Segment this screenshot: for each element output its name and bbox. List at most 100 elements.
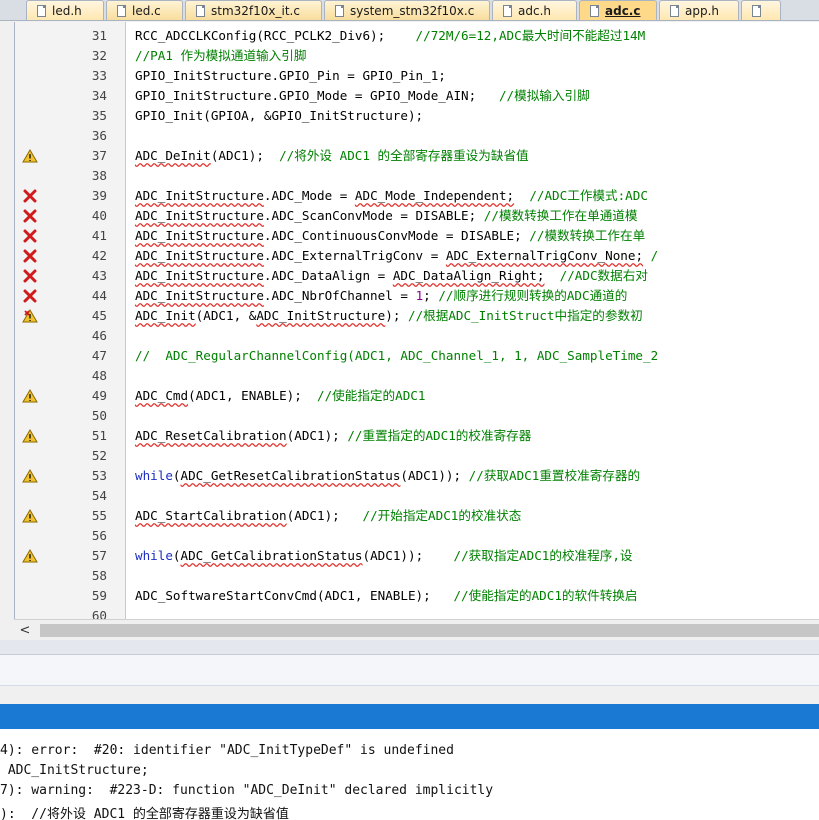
code-token: (ADC1)); — [362, 548, 454, 563]
file-tab[interactable]: stm32f10x_it.c — [185, 0, 322, 20]
line-number: 42 — [91, 248, 107, 263]
error-icon — [23, 289, 37, 303]
code-line[interactable]: 50 — [15, 406, 819, 426]
file-icon — [670, 4, 679, 17]
code-line[interactable]: 47 // ADC_RegularChannelConfig(ADC1, ADC_… — [15, 346, 819, 366]
line-marker[interactable] — [22, 189, 38, 203]
line-marker[interactable] — [22, 229, 38, 243]
code-line[interactable]: 54 — [15, 486, 819, 506]
code-token: ( — [172, 468, 181, 483]
code-token: .ADC_NbrOfChannel = — [263, 288, 416, 303]
line-number: 40 — [91, 208, 107, 223]
horizontal-scrollbar[interactable]: < — [14, 619, 819, 641]
code-token: (ADC1, & — [195, 308, 257, 323]
build-output-line[interactable]: 7): warning: #223-D: function "ADC_DeIni… — [0, 783, 493, 803]
build-output-line[interactable]: 4): error: #20: identifier "ADC_InitType… — [0, 743, 454, 763]
line-number: 45 — [91, 308, 107, 323]
file-tab[interactable]: app.h — [659, 0, 739, 20]
line-marker[interactable] — [22, 289, 38, 303]
line-marker[interactable] — [22, 249, 38, 263]
file-tab[interactable]: adc.h — [492, 0, 577, 20]
file-tab-label: app.h — [685, 3, 720, 18]
code-comment: //将外设 ADC1 的全部寄存器重设为缺省值 — [279, 148, 529, 163]
line-marker[interactable] — [22, 269, 38, 283]
code-line[interactable]: 56 — [15, 526, 819, 546]
line-number: 56 — [91, 528, 107, 543]
file-tab[interactable]: led.c — [106, 0, 183, 20]
line-marker[interactable] — [22, 209, 38, 223]
scroll-left-arrow-icon[interactable]: < — [16, 620, 34, 641]
line-marker[interactable] — [22, 509, 38, 523]
code-line[interactable]: 53 while(ADC_GetResetCalibrationStatus(AD… — [15, 466, 819, 486]
file-tab[interactable]: led.h — [26, 0, 104, 20]
panel-splitter[interactable] — [0, 655, 819, 686]
code-line[interactable]: 44 ADC_InitStructure.ADC_NbrOfChannel = 1… — [15, 286, 819, 306]
code-line[interactable]: 59 ADC_SoftwareStartConvCmd(ADC1, ENABLE)… — [15, 586, 819, 606]
code-line[interactable]: 51 ADC_ResetCalibration(ADC1); //重置指定的ADC… — [15, 426, 819, 446]
code-line[interactable]: 38 — [15, 166, 819, 186]
code-token: (ADC1); — [210, 148, 280, 163]
code-editor[interactable]: 31 RCC_ADCCLKConfig(RCC_PCLK2_Div6); //72… — [14, 22, 819, 619]
code-line[interactable]: 40 ADC_InitStructure.ADC_ScanConvMode = D… — [15, 206, 819, 226]
file-icon — [752, 4, 761, 17]
code-text: RCC_ADCCLKConfig(RCC_PCLK2_Div6); //72M/… — [135, 26, 645, 46]
code-token: .ADC_Mode = — [263, 188, 355, 203]
line-number: 44 — [91, 288, 107, 303]
code-line[interactable]: 60 — [15, 606, 819, 619]
code-line[interactable]: 58 — [15, 566, 819, 586]
code-line[interactable]: 36 — [15, 126, 819, 146]
code-line[interactable]: 45 ADC_Init(ADC1, &ADC_InitStructure); //… — [15, 306, 819, 326]
file-tab-bar: led.h led.c stm32f10x_it.c system_stm32f10x… — [0, 0, 819, 21]
file-tab-label: adc.h — [518, 3, 551, 18]
code-line[interactable]: 49 ADC_Cmd(ADC1, ENABLE); //使能指定的ADC1 — [15, 386, 819, 406]
code-line[interactable]: 55 ADC_StartCalibration(ADC1); //开始指定ADC1… — [15, 506, 819, 526]
line-number: 49 — [91, 388, 107, 403]
scrollbar-thumb[interactable] — [40, 624, 819, 637]
code-squiggle: ADC_InitStructure — [256, 308, 386, 323]
code-line[interactable]: 41 ADC_InitStructure.ADC_ContinuousConvMo… — [15, 226, 819, 246]
code-comment: // ADC_RegularChannelConfig(ADC1, ADC_Ch… — [135, 348, 659, 363]
line-marker[interactable] — [22, 149, 38, 163]
code-line[interactable]: 33 GPIO_InitStructure.GPIO_Pin = GPIO_Pin… — [15, 66, 819, 86]
line-number: 57 — [91, 548, 107, 563]
code-comment: //ADC数据右对 — [559, 268, 648, 283]
file-tab[interactable]: system_stm32f10x.c — [324, 0, 490, 20]
line-marker[interactable] — [22, 469, 38, 483]
code-token: (ADC1); — [286, 508, 363, 523]
code-line[interactable]: 46 — [15, 326, 819, 346]
line-number: 38 — [91, 168, 107, 183]
file-tab[interactable] — [741, 0, 781, 20]
code-line[interactable]: 48 — [15, 366, 819, 386]
code-squiggle: ADC_StartCalibration — [135, 508, 287, 523]
code-line[interactable]: 37 ADC_DeInit(ADC1); //将外设 ADC1 的全部寄存器重设为… — [15, 146, 819, 166]
build-output-line[interactable]: ): //将外设 ADC1 的全部寄存器重设为缺省值 — [0, 803, 289, 820]
code-comment: //ADC工作模式:ADC — [529, 188, 648, 203]
code-token: ; — [423, 288, 439, 303]
code-line[interactable]: 31 RCC_ADCCLKConfig(RCC_PCLK2_Div6); //72… — [15, 26, 819, 46]
line-number: 36 — [91, 128, 107, 143]
code-line[interactable]: 35 GPIO_Init(GPIOA, &GPIO_InitStructure); — [15, 106, 819, 126]
code-squiggle: ADC_DeInit — [135, 148, 211, 163]
code-line[interactable]: 52 — [15, 446, 819, 466]
file-icon — [196, 4, 205, 17]
line-marker[interactable] — [22, 389, 38, 403]
build-output-panel[interactable]: 4): error: #20: identifier "ADC_InitType… — [0, 729, 819, 820]
code-line[interactable]: 43 ADC_InitStructure.ADC_DataAlign = ADC_… — [15, 266, 819, 286]
line-marker[interactable] — [22, 429, 38, 443]
code-line[interactable]: 34 GPIO_InitStructure.GPIO_Mode = GPIO_Mo… — [15, 86, 819, 106]
code-line[interactable]: 39 ADC_InitStructure.ADC_Mode = ADC_Mode_… — [15, 186, 819, 206]
build-output-line[interactable]: ADC_InitStructure; — [0, 763, 149, 783]
line-marker[interactable] — [22, 549, 38, 563]
line-number: 50 — [91, 408, 107, 423]
code-token: (ADC1, ENABLE); — [188, 388, 317, 403]
code-line[interactable]: 32 //PA1 作为模拟通道输入引脚 — [15, 46, 819, 66]
line-marker[interactable] — [22, 309, 38, 323]
file-icon — [590, 4, 599, 17]
code-line[interactable]: 57 while(ADC_GetCalibrationStatus(ADC1));… — [15, 546, 819, 566]
code-squiggle: ADC_Mode_Independent; — [354, 188, 515, 203]
code-line[interactable]: 42 ADC_InitStructure.ADC_ExternalTrigConv… — [15, 246, 819, 266]
warning-icon — [22, 509, 38, 523]
line-number: 33 — [91, 68, 107, 83]
file-tab[interactable]: adc.c — [579, 0, 657, 20]
code-squiggle: ADC_InitStructure — [135, 248, 264, 263]
